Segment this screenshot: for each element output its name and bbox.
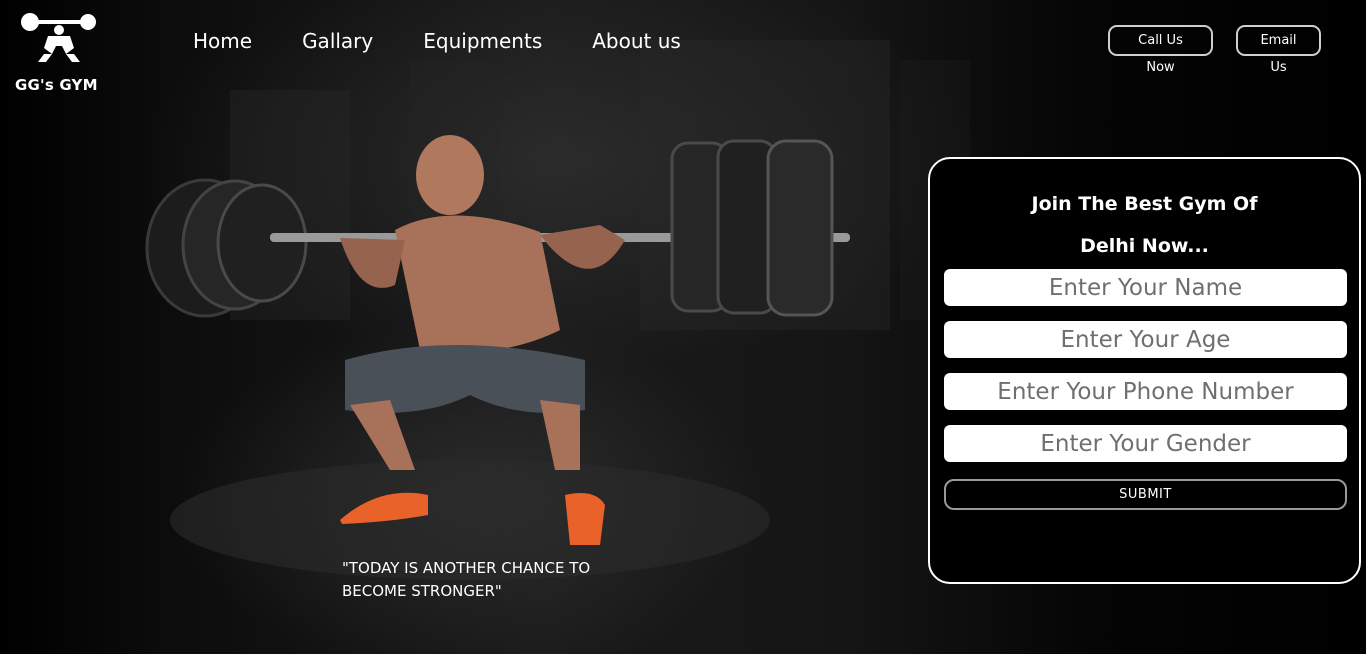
hero-quote: "TODAY IS ANOTHER CHANCE TO BECOME STRON… xyxy=(342,559,591,600)
brand-name: GG's GYM xyxy=(15,76,98,94)
brand-logo[interactable]: GG's GYM xyxy=(8,10,108,94)
main-nav: Home Gallary Equipments About us xyxy=(193,28,731,54)
join-form-card: Join The Best Gym Of Delhi Now... SUBMIT xyxy=(928,157,1361,584)
phone-input[interactable] xyxy=(944,373,1347,410)
gender-input[interactable] xyxy=(944,425,1347,462)
form-title: Join The Best Gym Of Delhi Now... xyxy=(930,183,1359,267)
nav-home[interactable]: Home xyxy=(193,28,252,54)
submit-button[interactable]: SUBMIT xyxy=(944,479,1347,510)
call-us-button[interactable]: Call Us Now xyxy=(1108,25,1213,75)
weightlifter-icon xyxy=(21,13,96,62)
name-input[interactable] xyxy=(944,269,1347,306)
age-input[interactable] xyxy=(944,321,1347,358)
form-title-line2: Delhi Now... xyxy=(1080,235,1209,257)
form-title-line1: Join The Best Gym Of xyxy=(1031,193,1258,215)
nav-equipments[interactable]: Equipments xyxy=(423,28,542,54)
email-us-button[interactable]: Email Us xyxy=(1236,25,1321,75)
nav-gallary[interactable]: Gallary xyxy=(302,28,373,54)
nav-about-us[interactable]: About us xyxy=(592,28,681,54)
